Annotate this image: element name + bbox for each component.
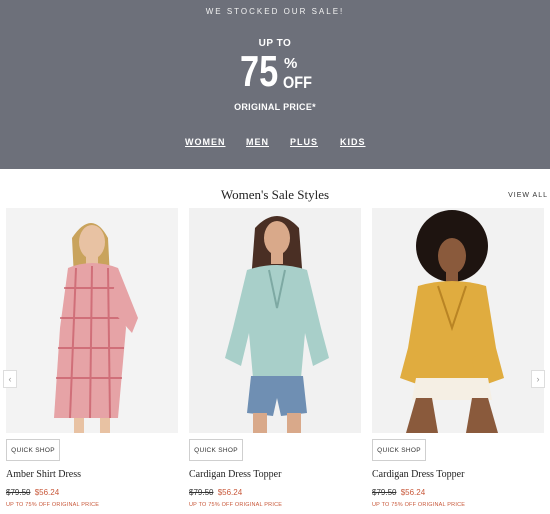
sale-price: $56.24 bbox=[34, 488, 60, 497]
banner-original-price: ORIGINAL PRICE* bbox=[234, 102, 316, 112]
sale-price: $56.24 bbox=[217, 488, 243, 497]
quick-shop-button[interactable]: QUICK SHOP bbox=[372, 439, 426, 461]
banner-off: OFF bbox=[283, 73, 312, 92]
product-name[interactable]: Cardigan Dress Topper bbox=[189, 469, 281, 480]
product-image[interactable] bbox=[372, 208, 544, 433]
banner-discount-number: 75 bbox=[240, 47, 279, 96]
promo-text: UP TO 75% OFF ORIGINAL PRICE bbox=[6, 502, 100, 508]
chevron-left-icon: ‹ bbox=[8, 374, 12, 384]
nav-plus-link[interactable]: PLUS bbox=[290, 137, 318, 147]
product-name[interactable]: Amber Shirt Dress bbox=[6, 469, 81, 480]
sale-price: $56.24 bbox=[400, 488, 426, 497]
product-price: $79.50 $56.24 bbox=[6, 488, 59, 497]
nav-kids-link[interactable]: KIDS bbox=[340, 137, 366, 147]
banner-announcement: WE STOCKED OUR SALE! bbox=[205, 7, 345, 16]
original-price: $79.50 bbox=[189, 488, 214, 497]
promo-text: UP TO 75% OFF ORIGINAL PRICE bbox=[372, 502, 466, 508]
product-image[interactable] bbox=[6, 208, 178, 433]
section-title: Women's Sale Styles bbox=[220, 187, 330, 202]
sale-banner: WE STOCKED OUR SALE! UP TO 75 % OFF ORIG… bbox=[0, 0, 550, 169]
view-all-link[interactable]: VIEW ALL bbox=[508, 192, 548, 199]
nav-men-link[interactable]: MEN bbox=[246, 137, 269, 147]
promo-text: UP TO 75% OFF ORIGINAL PRICE bbox=[189, 502, 283, 508]
product-price: $79.50 $56.24 bbox=[189, 488, 242, 497]
banner-percent-sign: % bbox=[284, 55, 298, 72]
quick-shop-button[interactable]: QUICK SHOP bbox=[189, 439, 243, 461]
chevron-right-icon: › bbox=[536, 374, 540, 384]
quick-shop-button[interactable]: QUICK SHOP bbox=[6, 439, 60, 461]
carousel-prev-button[interactable]: ‹ bbox=[3, 370, 17, 388]
original-price: $79.50 bbox=[372, 488, 397, 497]
product-name[interactable]: Cardigan Dress Topper bbox=[372, 469, 464, 480]
carousel-next-button[interactable]: › bbox=[531, 370, 545, 388]
nav-women-link[interactable]: WOMEN bbox=[185, 137, 226, 147]
product-price: $79.50 $56.24 bbox=[372, 488, 425, 497]
original-price: $79.50 bbox=[6, 488, 31, 497]
product-image[interactable] bbox=[189, 208, 361, 433]
